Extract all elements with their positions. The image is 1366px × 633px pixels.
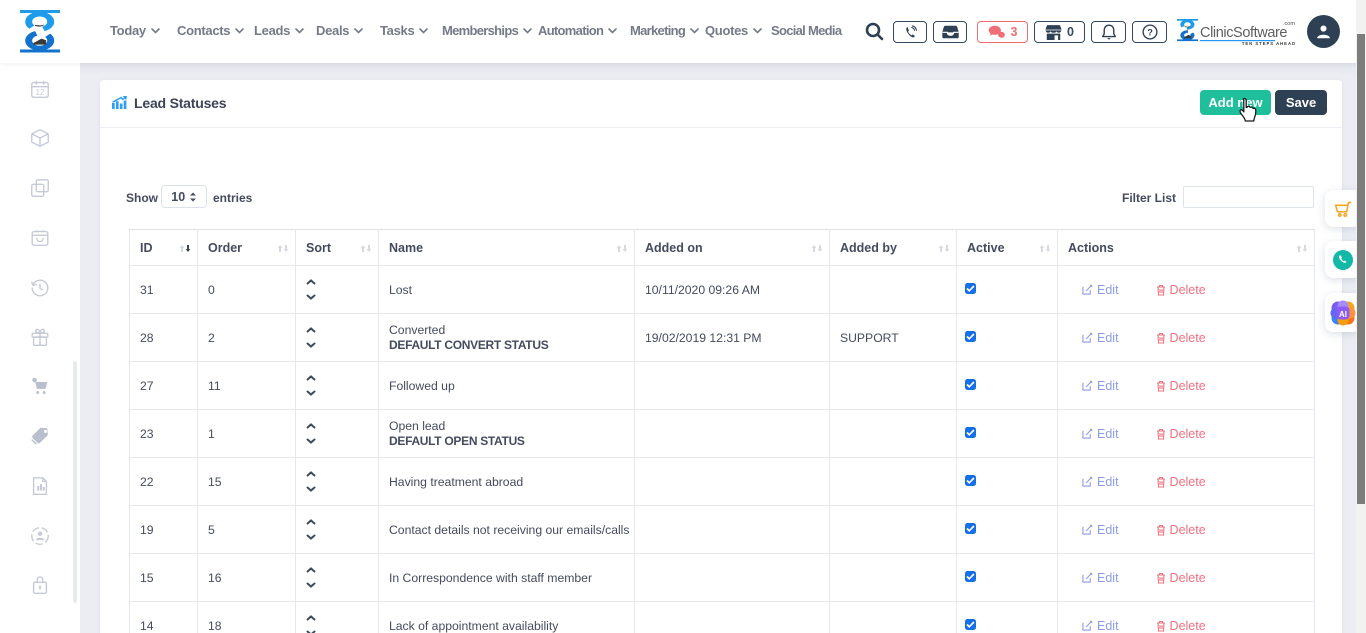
svg-text:12: 12: [36, 88, 45, 97]
svg-text:AI: AI: [1339, 310, 1347, 319]
svg-text:?: ?: [1147, 27, 1153, 37]
svg-text:.com: .com: [1283, 21, 1295, 27]
svg-text:ClinicSoftware: ClinicSoftware: [1200, 25, 1287, 41]
svg-text:TEN STEPS AHEAD: TEN STEPS AHEAD: [1242, 41, 1296, 46]
